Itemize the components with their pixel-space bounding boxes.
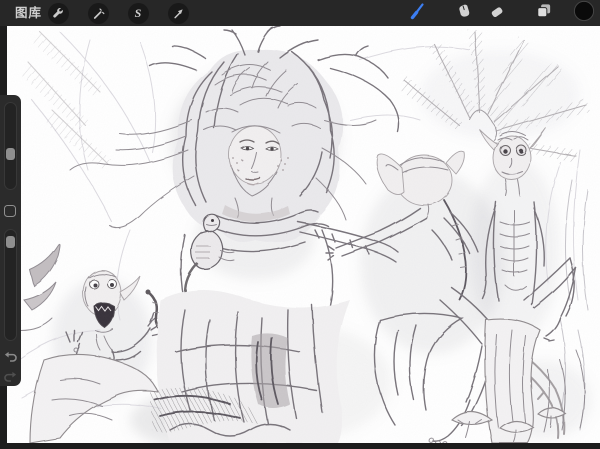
opacity-slider[interactable] bbox=[4, 229, 17, 341]
eraser-icon bbox=[488, 2, 506, 25]
top-toolbar: 图库 S bbox=[0, 0, 600, 26]
brush-size-slider[interactable] bbox=[4, 102, 17, 190]
procreate-window: 图库 S bbox=[0, 0, 600, 449]
adjustments-button[interactable] bbox=[88, 3, 109, 24]
brush-sidebar bbox=[0, 95, 21, 386]
artwork-sketch bbox=[7, 26, 600, 443]
smudge-tool-button[interactable] bbox=[454, 3, 474, 23]
brush-size-handle[interactable] bbox=[6, 148, 15, 160]
color-swatch-button[interactable] bbox=[574, 3, 594, 23]
eraser-tool-button[interactable] bbox=[487, 3, 507, 23]
magic-wand-icon bbox=[91, 6, 106, 21]
layers-button[interactable] bbox=[533, 3, 553, 23]
opacity-handle[interactable] bbox=[6, 236, 15, 248]
redo-button[interactable] bbox=[3, 369, 18, 384]
wrench-icon bbox=[51, 6, 66, 21]
selection-s-icon: S bbox=[135, 6, 142, 21]
transform-button[interactable] bbox=[168, 3, 189, 24]
transform-arrow-icon bbox=[171, 6, 186, 21]
layers-icon bbox=[534, 1, 553, 25]
paintbrush-icon bbox=[408, 1, 428, 26]
smudge-finger-icon bbox=[455, 2, 473, 25]
modify-button[interactable] bbox=[4, 205, 16, 217]
selection-button[interactable]: S bbox=[128, 3, 149, 24]
color-swatch-icon bbox=[573, 0, 595, 27]
drawing-canvas[interactable] bbox=[7, 26, 600, 443]
redo-arrow-icon bbox=[3, 372, 18, 387]
paint-tool-button[interactable] bbox=[408, 3, 428, 23]
undo-arrow-icon bbox=[3, 352, 18, 367]
actions-button[interactable] bbox=[48, 3, 69, 24]
gallery-button[interactable]: 图库 bbox=[15, 0, 42, 26]
undo-button[interactable] bbox=[3, 349, 18, 364]
